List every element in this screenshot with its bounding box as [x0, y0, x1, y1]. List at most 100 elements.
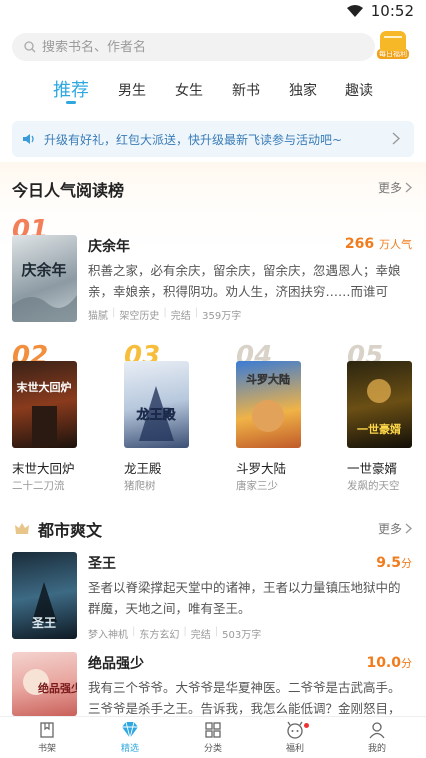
rating: 9.5分 — [376, 555, 412, 571]
tab-exclusive[interactable]: 独家 — [289, 80, 317, 100]
book-author: 猪爬树 — [124, 480, 156, 492]
book-meta: 猫腻 | 架空历史 | 完结 | 359万字 — [88, 307, 242, 322]
book-title[interactable]: 斗罗大陆 — [236, 458, 286, 477]
book-words: 503万字 — [222, 630, 262, 641]
cover-art: 一世豪婿 — [357, 379, 402, 436]
cover-title: 末世大回炉 — [16, 380, 72, 394]
cover-title: 一世豪婿 — [357, 422, 402, 436]
book-description: 积善之家，必有余庆，留余庆，留余庆，忽遇恩人；幸娘亲，幸娘亲，积得阴功。劝人生，… — [88, 263, 401, 299]
book-title[interactable]: 一世豪婿 — [347, 458, 397, 477]
urban-more-link[interactable]: 更多 — [378, 520, 412, 537]
ranking-more-link[interactable]: 更多 — [378, 179, 412, 196]
book-genre: 东方玄幻 — [139, 630, 180, 641]
book-title[interactable]: 绝品强少 — [88, 653, 144, 673]
rating-unit: 分 — [401, 657, 412, 670]
book-words: 359万字 — [202, 311, 242, 322]
user-icon — [369, 722, 385, 739]
cover-title: 圣王 — [31, 616, 56, 630]
cover-art: 末世大回炉 — [16, 380, 72, 446]
speaker-icon — [23, 134, 34, 144]
book-status: 完结 — [190, 630, 211, 641]
book-title[interactable]: 龙王殿 — [124, 458, 162, 477]
tab-new-books[interactable]: 新书 — [232, 80, 260, 100]
crown-icon — [15, 523, 29, 534]
book-genre: 架空历史 — [119, 311, 160, 322]
nav-featured[interactable]: 精选 — [100, 721, 160, 754]
welfare-icon — [287, 721, 303, 739]
book-author: 唐家三少 — [236, 480, 278, 492]
chevron-right-icon — [405, 182, 412, 193]
status-bar: 10:52 — [0, 0, 426, 22]
chevron-right-icon — [392, 132, 400, 145]
nav-label: 我的 — [367, 744, 386, 754]
cover-art: 绝品强少 — [23, 669, 77, 695]
nav-label: 精选 — [120, 744, 139, 754]
cover-title: 斗罗大陆 — [246, 372, 290, 386]
search-icon — [24, 41, 36, 53]
bottom-nav: 书架 精选 分类 福利 我的 — [0, 716, 426, 758]
chevron-right-icon — [405, 523, 412, 534]
category-tabs: 推荐 男生 女生 新书 独家 趣读 — [0, 74, 426, 104]
ranking-section: 今日人气阅读榜 更多 01 庆余年 庆余年 266 万人气 积善之家，必有余庆，… — [0, 162, 426, 504]
notice-banner[interactable]: 升级有好礼，红包大派送，快升级最新飞读参与活动吧~ — [12, 121, 414, 157]
cover-title: 绝品强少 — [38, 681, 77, 695]
more-label: 更多 — [377, 522, 402, 536]
popularity-unit: 万人气 — [379, 238, 412, 251]
cover-art: 庆余年 — [12, 261, 77, 322]
book-cover[interactable]: 一世豪婿 — [347, 361, 412, 448]
nav-label: 分类 — [203, 744, 222, 754]
rating: 10.0分 — [366, 655, 412, 671]
book-author: 猫腻 — [88, 311, 108, 322]
book-cover[interactable]: 龙王殿 — [124, 361, 189, 448]
book-author: 发飙的天空 — [347, 480, 400, 492]
nav-bookshelf[interactable]: 书架 — [17, 721, 77, 754]
nav-label: 书架 — [37, 744, 56, 754]
popularity-value: 266 — [344, 236, 375, 252]
nav-label: 福利 — [285, 744, 304, 754]
book-cover[interactable]: 绝品强少 — [12, 652, 77, 716]
book-cover[interactable]: 斗罗大陆 — [236, 361, 301, 448]
notice-text: 升级有好礼，红包大派送，快升级最新飞读参与活动吧~ — [44, 132, 343, 147]
book-title[interactable]: 庆余年 — [88, 236, 130, 256]
tab-fun-read[interactable]: 趣读 — [345, 80, 373, 100]
book-meta: 梦入神机 | 东方玄幻 | 完结 | 503万字 — [88, 626, 262, 641]
book-cover[interactable]: 圣王 — [12, 552, 77, 639]
nav-welfare[interactable]: 福利 — [265, 721, 325, 754]
more-label: 更多 — [377, 181, 402, 195]
wifi-icon — [346, 5, 363, 17]
book-description: 圣者以脊梁撑起天堂中的诸神，王者以力量镇压地狱中的群魔，天地之间，唯有圣王。 — [88, 580, 401, 616]
ranking-title: 今日人气阅读榜 — [12, 181, 125, 200]
rating-unit: 分 — [401, 557, 412, 570]
grid-icon — [205, 722, 221, 738]
search-input[interactable] — [42, 39, 342, 55]
book-status: 完结 — [170, 311, 191, 322]
book-author: 梦入神机 — [88, 630, 128, 641]
bookshelf-icon — [40, 722, 54, 738]
book-author: 二十二刀流 — [12, 480, 65, 492]
tab-active-indicator — [66, 101, 76, 104]
daily-welfare-button[interactable]: 每日福利 — [377, 31, 409, 63]
notification-dot — [304, 723, 309, 728]
gift-icon — [380, 31, 406, 51]
cover-title: 庆余年 — [21, 261, 66, 279]
search-box[interactable] — [12, 33, 375, 61]
search-row: 每日福利 — [12, 31, 414, 63]
rating-value: 10.0 — [366, 655, 401, 671]
book-title[interactable]: 末世大回炉 — [12, 458, 75, 477]
nav-profile[interactable]: 我的 — [347, 721, 407, 754]
book-description: 我有三个爷爷。大爷爷是华夏神医。二爷爷是古武高手。三爷爷是杀手之王。告诉我，我怎… — [88, 680, 401, 715]
status-time: 10:52 — [370, 2, 414, 20]
cover-art: 龙王殿 — [136, 386, 177, 441]
urban-title: 都市爽文 — [38, 521, 103, 540]
cover-art: 斗罗大陆 — [246, 372, 290, 432]
popularity: 266 万人气 — [345, 236, 412, 252]
tab-recommend[interactable]: 推荐 — [53, 76, 89, 102]
book-cover[interactable]: 庆余年 — [12, 235, 77, 322]
book-title[interactable]: 圣王 — [88, 553, 116, 573]
cover-title: 龙王殿 — [136, 407, 176, 423]
tab-female[interactable]: 女生 — [175, 80, 203, 100]
nav-category[interactable]: 分类 — [183, 721, 243, 754]
book-cover[interactable]: 末世大回炉 — [12, 361, 77, 448]
cover-art: 圣王 — [31, 582, 57, 630]
tab-male[interactable]: 男生 — [118, 80, 146, 100]
